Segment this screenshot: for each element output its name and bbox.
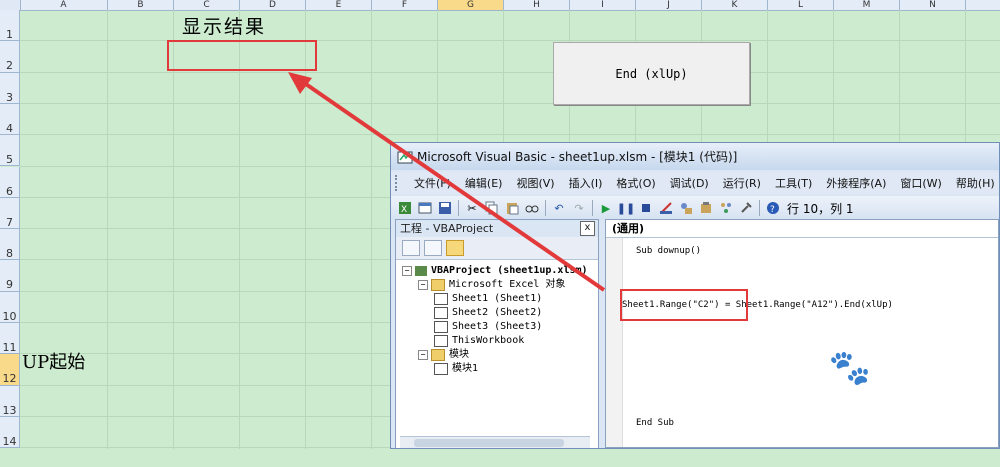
baidu-logo-text: Bai🐾经验 <box>765 348 942 388</box>
baidu-watermark: Bai🐾经验 jingyan.baidu.com <box>765 340 942 406</box>
watermark-url: jingyan.baidu.com <box>769 391 889 406</box>
